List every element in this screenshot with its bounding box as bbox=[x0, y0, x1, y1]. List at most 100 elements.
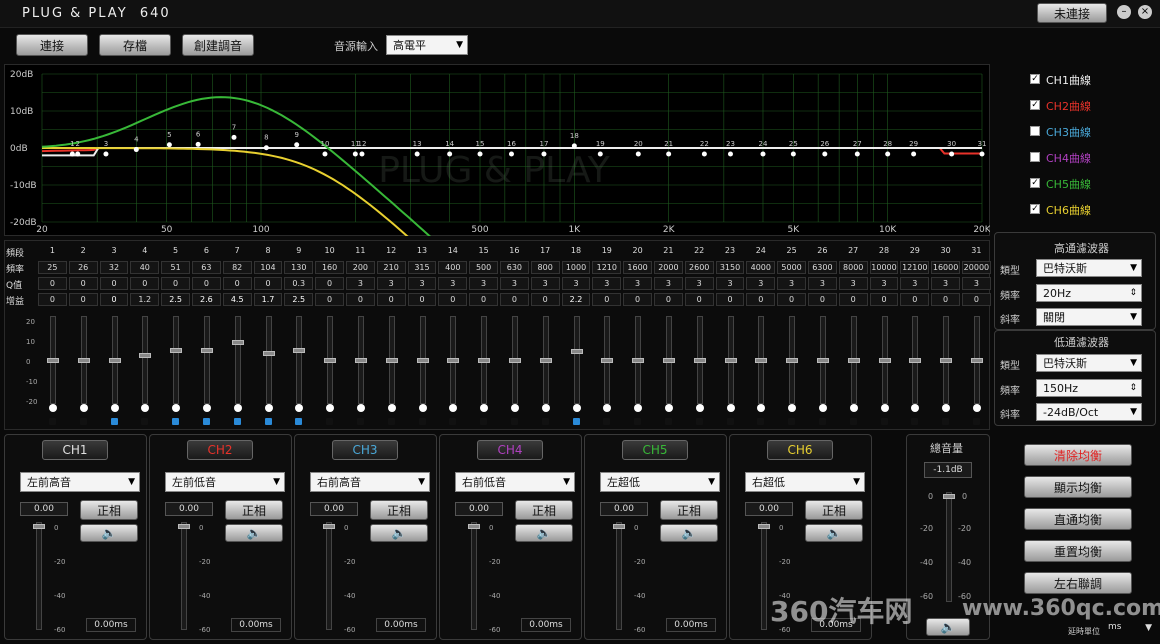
channel-volume-knob[interactable] bbox=[323, 524, 335, 529]
minimize-icon[interactable]: – bbox=[1117, 5, 1131, 19]
eq-band-node[interactable] bbox=[69, 151, 75, 157]
eq-fader-knob[interactable] bbox=[570, 349, 583, 355]
link-lr-button[interactable]: 左右聯調 bbox=[1024, 572, 1132, 594]
eq-band-node[interactable] bbox=[359, 151, 365, 157]
eq-gain-cell[interactable]: 0 bbox=[838, 293, 868, 306]
eq-q-cell[interactable]: 0.3 bbox=[284, 277, 314, 290]
channel-volume-knob[interactable] bbox=[468, 524, 480, 529]
eq-band-enable-dot[interactable] bbox=[203, 404, 211, 412]
eq-band-node[interactable] bbox=[166, 142, 172, 148]
eq-fader-knob[interactable] bbox=[755, 358, 768, 363]
channel-volume-track[interactable] bbox=[761, 522, 767, 630]
eq-band-link-indicator[interactable] bbox=[357, 418, 364, 425]
eq-band-node[interactable] bbox=[949, 151, 955, 157]
eq-band-link-indicator[interactable] bbox=[203, 418, 210, 425]
eq-band-enable-dot[interactable] bbox=[849, 404, 858, 412]
lowpass-slope-select[interactable]: -24dB/Oct ▼ bbox=[1036, 403, 1142, 421]
channel-curve-toggle[interactable]: ✓ CH5曲線 bbox=[1030, 176, 1150, 191]
eq-q-cell[interactable]: 0 bbox=[222, 277, 252, 290]
eq-band-enable-dot[interactable] bbox=[695, 404, 704, 412]
channel-curve-toggle[interactable]: CH4曲線 bbox=[1030, 150, 1150, 165]
channel-delay-value[interactable]: 0.00ms bbox=[521, 618, 571, 632]
eq-q-cell[interactable]: 3 bbox=[838, 277, 868, 290]
eq-band-node[interactable] bbox=[231, 134, 237, 140]
eq-freqs-cell[interactable]: 8000 bbox=[838, 261, 868, 274]
create-tuning-button[interactable]: 創建調音 bbox=[182, 34, 254, 56]
eq-gain-cell[interactable]: 0 bbox=[654, 293, 683, 306]
eq-band-enable-dot[interactable] bbox=[726, 404, 735, 412]
eq-band-link-indicator[interactable] bbox=[572, 418, 580, 425]
channel-curve-toggle[interactable]: CH3曲線 bbox=[1030, 124, 1150, 139]
highpass-type-select[interactable]: 巴特沃斯 ▼ bbox=[1036, 259, 1142, 277]
eq-fader-knob[interactable] bbox=[170, 348, 183, 353]
channel-mute-button[interactable]: 🔈 bbox=[370, 524, 428, 542]
eq-freqs-cell[interactable]: 16000 bbox=[931, 261, 960, 274]
eq-band-link-indicator[interactable] bbox=[849, 418, 857, 425]
eq-fader-knob[interactable] bbox=[663, 358, 675, 363]
eq-gain-cell[interactable]: 4.5 bbox=[222, 293, 252, 306]
eq-q-cell[interactable]: 3 bbox=[592, 277, 622, 290]
channel-select-button[interactable]: CH5 bbox=[622, 440, 688, 460]
eq-gain-cell[interactable]: 0 bbox=[469, 293, 498, 306]
channel-mute-button[interactable]: 🔈 bbox=[660, 524, 718, 542]
channel-output-select[interactable]: 右前高音 ▼ bbox=[310, 472, 430, 492]
delay-unit-select[interactable]: ms ▼ bbox=[1108, 622, 1154, 638]
eq-freqs-cell[interactable]: 12100 bbox=[900, 261, 930, 274]
eq-q-cell[interactable]: 3 bbox=[654, 277, 683, 290]
eq-band-link-indicator[interactable] bbox=[603, 418, 611, 425]
eq-band-enable-dot[interactable] bbox=[541, 404, 550, 412]
eq-curve-graph[interactable]: PLUG & PLAY20dB10dB0dB-10dB-20dB20 50 100 5… bbox=[4, 64, 990, 236]
eq-band-enable-dot[interactable] bbox=[110, 404, 119, 412]
eq-q-cell[interactable]: 3 bbox=[346, 277, 375, 290]
eq-gain-cell[interactable]: 0 bbox=[38, 293, 67, 306]
eq-band-node[interactable] bbox=[508, 151, 514, 157]
channel-volume-track[interactable] bbox=[181, 522, 187, 630]
channel-phase-button[interactable]: 正相 bbox=[225, 500, 283, 520]
eq-freqs-cell[interactable]: 1000 bbox=[561, 261, 591, 274]
channel-phase-button[interactable]: 正相 bbox=[660, 500, 718, 520]
channel-output-select[interactable]: 左超低 ▼ bbox=[600, 472, 720, 492]
eq-fader-knob[interactable] bbox=[355, 358, 367, 363]
channel-volume-track[interactable] bbox=[36, 522, 42, 630]
eq-band-link-indicator[interactable] bbox=[295, 418, 303, 425]
eq-gain-cell[interactable]: 0 bbox=[68, 293, 98, 306]
channel-volume-track[interactable] bbox=[616, 522, 622, 630]
eq-gain-cell[interactable]: 0 bbox=[900, 293, 930, 306]
eq-freqs-cell[interactable]: 25 bbox=[38, 261, 67, 274]
channel-delay-value[interactable]: 0.00ms bbox=[666, 618, 716, 632]
eq-q-cell[interactable]: 3 bbox=[962, 277, 991, 290]
eq-band-enable-dot[interactable] bbox=[264, 404, 273, 412]
eq-band-node[interactable] bbox=[760, 151, 766, 157]
eq-band-enable-dot[interactable] bbox=[295, 404, 304, 412]
eq-band-node[interactable] bbox=[822, 151, 828, 157]
eq-fader-knob[interactable] bbox=[324, 358, 337, 363]
eq-freqs-cell[interactable]: 210 bbox=[376, 261, 406, 274]
eq-band-enable-dot[interactable] bbox=[79, 404, 88, 412]
eq-band-enable-dot[interactable] bbox=[49, 404, 57, 412]
eq-fader-track[interactable] bbox=[173, 316, 180, 404]
eq-freqs-cell[interactable]: 4000 bbox=[746, 261, 776, 274]
eq-fader-knob[interactable] bbox=[724, 358, 737, 363]
eq-gain-cell[interactable]: 0 bbox=[407, 293, 437, 306]
eq-fader-knob[interactable] bbox=[940, 358, 953, 363]
eq-band-enable-dot[interactable] bbox=[665, 404, 673, 412]
eq-freqs-cell[interactable]: 500 bbox=[469, 261, 498, 274]
eq-fader-knob[interactable] bbox=[231, 340, 244, 345]
eq-gain-cell[interactable]: 2.5 bbox=[284, 293, 314, 306]
eq-band-node[interactable] bbox=[75, 151, 81, 157]
channel-mute-button[interactable]: 🔈 bbox=[515, 524, 573, 542]
eq-band-node[interactable] bbox=[727, 151, 733, 157]
eq-q-cell[interactable]: 3 bbox=[530, 277, 560, 290]
eq-band-enable-dot[interactable] bbox=[819, 404, 827, 412]
eq-fader-knob[interactable] bbox=[693, 358, 706, 363]
channel-output-select[interactable]: 右超低 ▼ bbox=[745, 472, 865, 492]
eq-fader-knob[interactable] bbox=[539, 358, 552, 363]
eq-fader-knob[interactable] bbox=[971, 358, 983, 363]
eq-freqs-cell[interactable]: 130 bbox=[284, 261, 314, 274]
eq-fader-track[interactable] bbox=[142, 316, 149, 404]
eq-band-node[interactable] bbox=[597, 151, 603, 157]
eq-fader-knob[interactable] bbox=[77, 358, 90, 363]
eq-band-enable-dot[interactable] bbox=[757, 404, 766, 412]
eq-freqs-cell[interactable]: 40 bbox=[130, 261, 160, 274]
channel-curve-toggle[interactable]: ✓ CH1曲線 bbox=[1030, 72, 1150, 87]
